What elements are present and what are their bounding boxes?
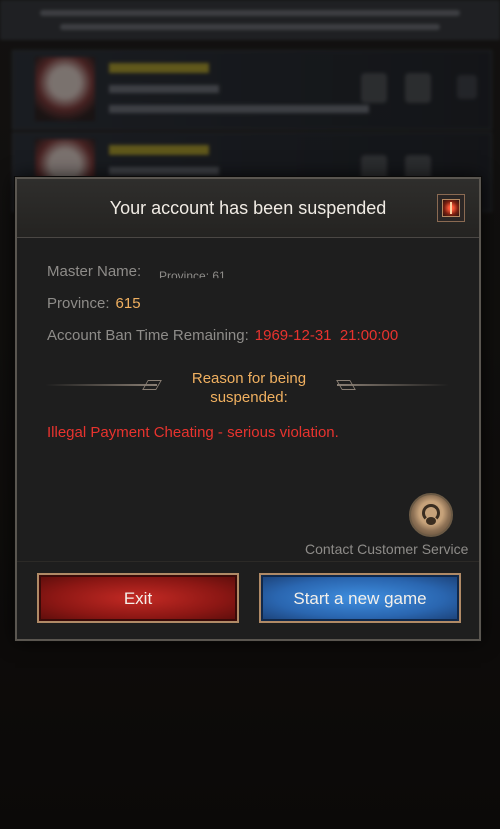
province-row: Province: 615: [47, 295, 141, 312]
dialog-title-bar: Your account has been suspended: [17, 179, 479, 238]
master-name-overlap-text: Province: 61: [159, 269, 226, 283]
province-value: 615: [115, 295, 141, 312]
master-name-label: Master Name:: [47, 263, 142, 280]
footer-divider: [17, 561, 479, 562]
divider-left: [45, 384, 157, 386]
province-label: Province:: [47, 295, 110, 312]
ban-time-value: 1969-12-31 21:00:00: [254, 327, 399, 344]
suspension-dialog: Your account has been suspended Master N…: [15, 177, 481, 641]
dialog-title: Your account has been suspended: [109, 198, 387, 218]
close-button[interactable]: [437, 194, 465, 222]
reason-title: Reason for being suspended:: [191, 370, 307, 406]
ban-time-label: Account Ban Time Remaining:: [47, 327, 249, 344]
reason-text: Illegal Payment Cheating - serious viola…: [47, 424, 339, 441]
contact-customer-service-link[interactable]: Contact Customer Service: [305, 541, 468, 557]
ban-time-row: Account Ban Time Remaining: 1969-12-31 21…: [47, 327, 398, 344]
exit-button[interactable]: Exit: [37, 573, 239, 623]
headset-avatar-icon[interactable]: [409, 493, 453, 537]
divider-right: [337, 384, 449, 386]
close-icon: [442, 199, 460, 217]
start-new-game-button[interactable]: Start a new game: [259, 573, 461, 623]
divider-ornament: [142, 380, 162, 390]
master-name-row: Master Name:: [47, 263, 141, 280]
